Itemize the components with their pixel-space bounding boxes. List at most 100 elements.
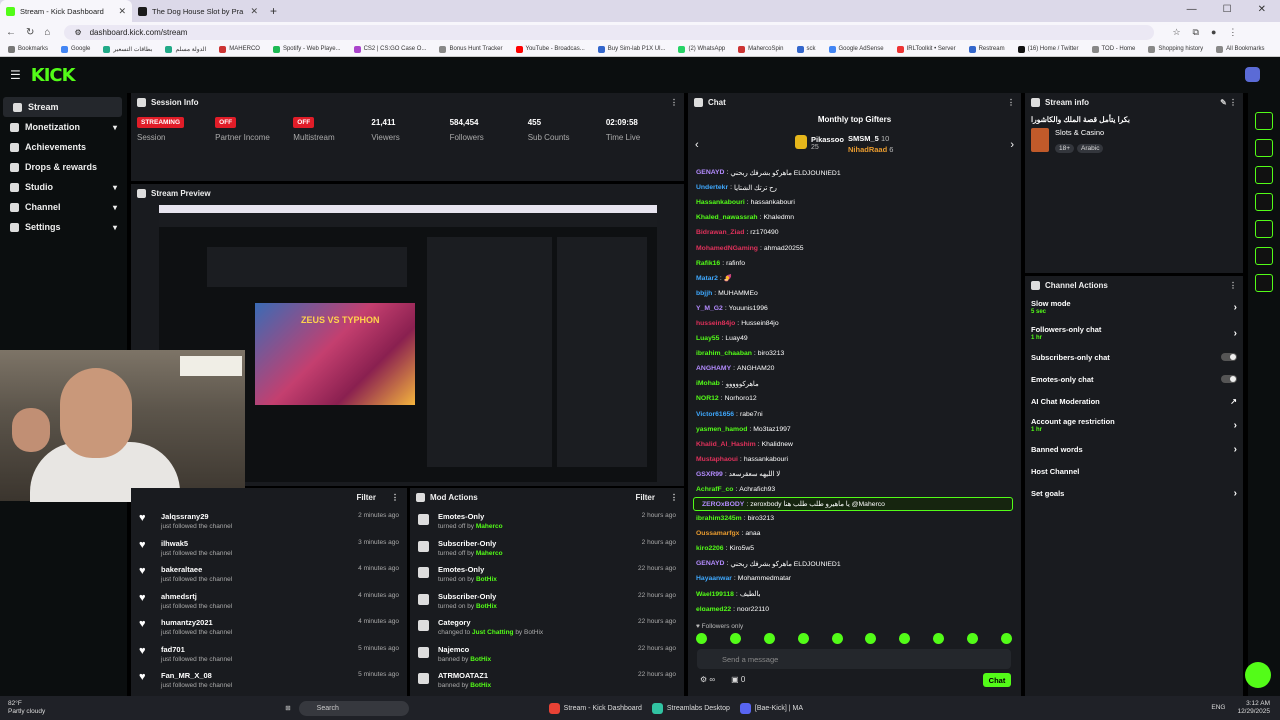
mod-actor[interactable]: BotHix — [476, 576, 497, 583]
sidebar-item-channel[interactable]: Channel ▾ — [0, 197, 127, 217]
channel-action-subscribers-only-chat[interactable]: Subscribers-only chat — [1025, 346, 1243, 368]
chevron-right-icon[interactable]: › — [1234, 488, 1237, 499]
chat-username[interactable]: bbjjh — [696, 290, 712, 297]
feed-username[interactable]: ahmedsrtj — [161, 592, 232, 601]
channel-actions-options-icon[interactable]: ⋮ — [1229, 281, 1237, 290]
chat-username[interactable]: Undertekr — [696, 184, 728, 191]
channel-action-account-age-restriction[interactable]: Account age restriction 1 hr › — [1025, 412, 1243, 438]
rail-button[interactable] — [1255, 193, 1273, 211]
feed-username[interactable]: bakeraltaee — [161, 565, 232, 574]
sidebar-item-settings[interactable]: Settings ▾ — [0, 217, 127, 237]
chat-username[interactable]: ibrahim_chaaban — [696, 350, 752, 357]
channel-action-emotes-only-chat[interactable]: Emotes-only chat — [1025, 368, 1243, 390]
bookmark-0[interactable]: Bookmarks — [8, 45, 48, 53]
channel-action-host-channel[interactable]: Host Channel — [1025, 460, 1243, 482]
channel-action-banned-words[interactable]: Banned words › — [1025, 438, 1243, 460]
chat-username[interactable]: iMohab — [696, 380, 720, 387]
mod-actor[interactable]: Maherco — [476, 523, 503, 530]
emote-icon[interactable] — [696, 633, 707, 644]
rail-button[interactable] — [1255, 166, 1273, 184]
chat-username[interactable]: Oussamarfgx — [696, 530, 739, 537]
channel-action-ai-chat-moderation[interactable]: AI Chat Moderation ↗ — [1025, 390, 1243, 412]
chat-username[interactable]: Luay55 — [696, 335, 719, 342]
rail-button[interactable] — [1255, 247, 1273, 265]
emote-icon[interactable] — [1000, 633, 1012, 644]
bookmark-8[interactable]: YouTube - Broadcas... — [515, 45, 585, 53]
channel-action-slow-mode[interactable]: Slow mode 5 sec › — [1025, 294, 1243, 320]
chevron-right-icon[interactable]: › — [1234, 302, 1237, 313]
emote-icon[interactable] — [831, 633, 843, 644]
chat-message-input[interactable]: Send a message — [697, 649, 1011, 669]
chat-username[interactable]: elgamed22 — [696, 606, 731, 611]
bookmark-16[interactable]: (16) Home / Twitter — [1017, 45, 1079, 53]
rail-button[interactable] — [1255, 112, 1273, 130]
bookmark-2[interactable]: بطاقات التسعير — [103, 45, 152, 53]
extensions-icon[interactable]: ⧉ — [1193, 27, 1199, 38]
close-tab-icon[interactable]: ✕ — [250, 6, 258, 17]
chat-username[interactable]: ibrahim3245m — [696, 515, 742, 522]
bookmark-11[interactable]: MahercoSpin — [738, 45, 784, 53]
bookmark-3[interactable]: الدولة مسلم — [165, 45, 206, 53]
chevron-right-icon[interactable]: › — [1234, 444, 1237, 455]
chevron-down-icon[interactable]: ▾ — [113, 183, 117, 192]
channel-action-followers-only-chat[interactable]: Followers-only chat 1 hr › — [1025, 320, 1243, 346]
taskbar-app-streamlabs[interactable]: Streamlabs Desktop — [651, 702, 730, 714]
emote-icon[interactable] — [865, 633, 877, 644]
mod-options-icon[interactable]: ⋮ — [670, 493, 678, 502]
back-icon[interactable]: ← — [6, 27, 16, 38]
chat-username[interactable]: ANGHAMY — [696, 365, 731, 372]
close-window-icon[interactable]: ✕ — [1258, 4, 1266, 15]
toggle-switch[interactable] — [1221, 375, 1237, 383]
chat-username[interactable]: AchrafF_co — [696, 486, 733, 493]
chevron-down-icon[interactable]: ▾ — [113, 223, 117, 232]
bookmark-19[interactable]: All Bookmarks — [1216, 45, 1264, 53]
chat-username[interactable]: Mustaphaoui — [696, 456, 738, 463]
mod-actor[interactable]: Just Chatting — [472, 629, 514, 636]
reload-icon[interactable]: ↻ — [26, 27, 34, 38]
menu-icon[interactable]: ⋮ — [1228, 27, 1237, 38]
rail-button[interactable] — [1255, 139, 1273, 157]
chat-username[interactable]: Hayaanwar — [696, 575, 732, 582]
chat-username[interactable]: GSXR99 — [696, 471, 723, 478]
browser-tab-doghouse[interactable]: The Dog House Slot by Pra ✕ — [132, 0, 264, 22]
chat-username[interactable]: kiro2206 — [696, 545, 724, 552]
bookmark-4[interactable]: MAHERCO — [219, 45, 260, 53]
feed-username[interactable]: humantzy2021 — [161, 618, 232, 627]
maximize-icon[interactable]: ☐ — [1223, 4, 1232, 15]
chat-username[interactable]: hussein84jo — [696, 320, 735, 327]
feed-options-icon[interactable]: ⋮ — [391, 493, 399, 502]
bookmark-5[interactable]: Spotify - Web Playe... — [272, 45, 341, 53]
emote-icon[interactable] — [967, 633, 978, 644]
user-avatar[interactable] — [1245, 67, 1260, 82]
sidebar-item-drops-rewards[interactable]: Drops & rewards — [0, 157, 127, 177]
bookmark-9[interactable]: Buy Sim-lab P1X Ul... — [597, 45, 665, 53]
bookmark-15[interactable]: Restream — [968, 45, 1005, 53]
emote-icon[interactable] — [899, 633, 911, 644]
gifters-prev-icon[interactable]: ‹ — [695, 139, 699, 151]
chat-tools-icon[interactable]: ⚙ ∞ — [700, 675, 715, 684]
send-chat-button[interactable]: Chat — [983, 673, 1011, 687]
feed-username[interactable]: Jalqssrany29 — [161, 512, 232, 521]
chat-username[interactable]: Wael199118 — [696, 591, 734, 598]
chat-username[interactable]: GENAYD — [696, 169, 724, 176]
chat-username[interactable]: ZEROxBODY — [702, 501, 744, 508]
bookmark-10[interactable]: (2) WhatsApp — [678, 45, 725, 53]
emote-icon[interactable] — [729, 633, 741, 644]
chat-username[interactable]: NOR12 — [696, 395, 719, 402]
windows-start-icon[interactable]: ⊞ — [285, 704, 290, 712]
mod-actor[interactable]: BotHix — [470, 656, 491, 663]
edit-stream-info-icon[interactable]: ✎ ⋮ — [1220, 98, 1237, 107]
emote-icon[interactable] — [933, 633, 945, 644]
bookmark-18[interactable]: Shopping history — [1148, 45, 1203, 53]
home-icon[interactable]: ⌂ — [44, 27, 50, 38]
bookmark-1[interactable]: Google — [61, 45, 90, 53]
emote-icon[interactable] — [763, 633, 775, 644]
gifters-next-icon[interactable]: › — [1010, 139, 1014, 151]
bookmark-6[interactable]: CS2 | CS:GO Case O... — [353, 45, 426, 53]
rail-button[interactable] — [1255, 274, 1273, 292]
chat-username[interactable]: yasmen_hamod — [696, 426, 747, 433]
close-tab-icon[interactable]: ✕ — [118, 6, 126, 17]
session-options-icon[interactable]: ⋮ — [670, 98, 678, 107]
bookmark-14[interactable]: IRLToolkit • Server — [896, 45, 956, 53]
chat-username[interactable]: Bidrawan_Ziad — [696, 229, 744, 236]
